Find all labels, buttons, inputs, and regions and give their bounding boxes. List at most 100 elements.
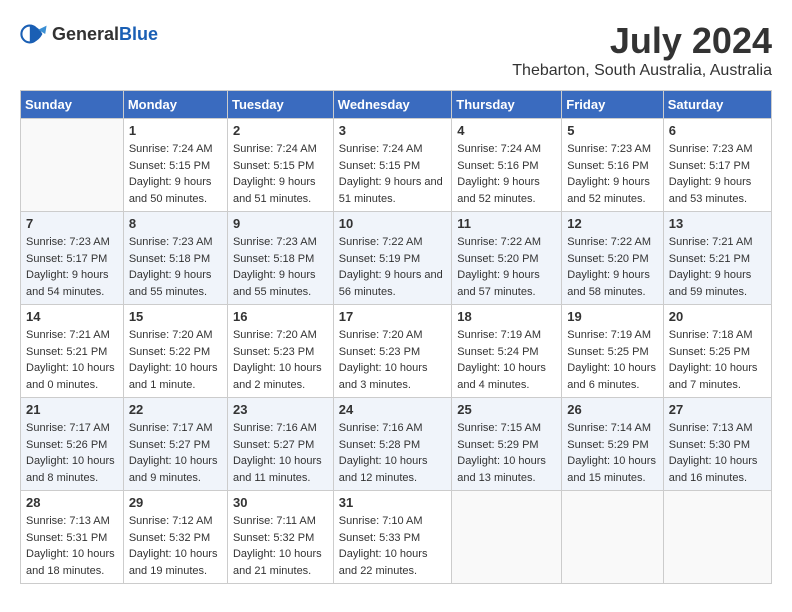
daylight-hours: Daylight: 10 hours and 3 minutes. <box>339 362 428 391</box>
day-info: Sunrise: 7:23 AM Sunset: 5:18 PM Dayligh… <box>233 234 328 300</box>
daylight-hours: Daylight: 10 hours and 9 minutes. <box>129 455 218 484</box>
day-number: 12 <box>567 216 657 231</box>
sunset-time: Sunset: 5:32 PM <box>129 532 210 544</box>
day-info: Sunrise: 7:20 AM Sunset: 5:22 PM Dayligh… <box>129 327 222 393</box>
day-info: Sunrise: 7:17 AM Sunset: 5:26 PM Dayligh… <box>26 420 118 486</box>
calendar-cell: 22 Sunrise: 7:17 AM Sunset: 5:27 PM Dayl… <box>123 398 227 491</box>
calendar-header: SundayMondayTuesdayWednesdayThursdayFrid… <box>21 91 772 119</box>
calendar-week-row: 21 Sunrise: 7:17 AM Sunset: 5:26 PM Dayl… <box>21 398 772 491</box>
weekday-header: Friday <box>562 91 663 119</box>
sunset-time: Sunset: 5:15 PM <box>339 160 420 172</box>
title-block: July 2024 Thebarton, South Australia, Au… <box>512 20 772 80</box>
sunset-time: Sunset: 5:21 PM <box>26 346 107 358</box>
sunrise-time: Sunrise: 7:13 AM <box>669 422 753 434</box>
day-info: Sunrise: 7:20 AM Sunset: 5:23 PM Dayligh… <box>233 327 328 393</box>
day-info: Sunrise: 7:10 AM Sunset: 5:33 PM Dayligh… <box>339 513 446 579</box>
daylight-hours: Daylight: 9 hours and 56 minutes. <box>339 269 443 298</box>
sunrise-time: Sunrise: 7:15 AM <box>457 422 541 434</box>
sunset-time: Sunset: 5:20 PM <box>567 253 648 265</box>
sunset-time: Sunset: 5:15 PM <box>129 160 210 172</box>
day-number: 28 <box>26 495 118 510</box>
sunset-time: Sunset: 5:15 PM <box>233 160 314 172</box>
sunrise-time: Sunrise: 7:21 AM <box>26 329 110 341</box>
daylight-hours: Daylight: 9 hours and 58 minutes. <box>567 269 650 298</box>
day-number: 9 <box>233 216 328 231</box>
daylight-hours: Daylight: 10 hours and 0 minutes. <box>26 362 115 391</box>
day-number: 14 <box>26 309 118 324</box>
calendar-cell: 27 Sunrise: 7:13 AM Sunset: 5:30 PM Dayl… <box>663 398 771 491</box>
day-info: Sunrise: 7:13 AM Sunset: 5:31 PM Dayligh… <box>26 513 118 579</box>
day-info: Sunrise: 7:11 AM Sunset: 5:32 PM Dayligh… <box>233 513 328 579</box>
calendar-cell: 31 Sunrise: 7:10 AM Sunset: 5:33 PM Dayl… <box>333 491 451 584</box>
sunrise-time: Sunrise: 7:13 AM <box>26 515 110 527</box>
day-number: 17 <box>339 309 446 324</box>
day-info: Sunrise: 7:19 AM Sunset: 5:24 PM Dayligh… <box>457 327 556 393</box>
sunset-time: Sunset: 5:18 PM <box>233 253 314 265</box>
daylight-hours: Daylight: 9 hours and 57 minutes. <box>457 269 540 298</box>
day-number: 8 <box>129 216 222 231</box>
calendar-cell: 15 Sunrise: 7:20 AM Sunset: 5:22 PM Dayl… <box>123 305 227 398</box>
day-number: 27 <box>669 402 766 417</box>
daylight-hours: Daylight: 10 hours and 16 minutes. <box>669 455 758 484</box>
day-info: Sunrise: 7:14 AM Sunset: 5:29 PM Dayligh… <box>567 420 657 486</box>
day-info: Sunrise: 7:12 AM Sunset: 5:32 PM Dayligh… <box>129 513 222 579</box>
sunset-time: Sunset: 5:30 PM <box>669 439 750 451</box>
calendar-cell <box>562 491 663 584</box>
calendar-cell: 21 Sunrise: 7:17 AM Sunset: 5:26 PM Dayl… <box>21 398 124 491</box>
calendar-cell: 30 Sunrise: 7:11 AM Sunset: 5:32 PM Dayl… <box>227 491 333 584</box>
day-number: 13 <box>669 216 766 231</box>
calendar-cell: 11 Sunrise: 7:22 AM Sunset: 5:20 PM Dayl… <box>452 212 562 305</box>
day-info: Sunrise: 7:13 AM Sunset: 5:30 PM Dayligh… <box>669 420 766 486</box>
calendar-cell <box>452 491 562 584</box>
day-info: Sunrise: 7:22 AM Sunset: 5:20 PM Dayligh… <box>567 234 657 300</box>
daylight-hours: Daylight: 9 hours and 50 minutes. <box>129 176 212 205</box>
daylight-hours: Daylight: 10 hours and 11 minutes. <box>233 455 322 484</box>
calendar-cell: 13 Sunrise: 7:21 AM Sunset: 5:21 PM Dayl… <box>663 212 771 305</box>
day-number: 16 <box>233 309 328 324</box>
calendar-cell: 2 Sunrise: 7:24 AM Sunset: 5:15 PM Dayli… <box>227 119 333 212</box>
sunrise-time: Sunrise: 7:21 AM <box>669 236 753 248</box>
calendar-cell: 28 Sunrise: 7:13 AM Sunset: 5:31 PM Dayl… <box>21 491 124 584</box>
sunset-time: Sunset: 5:19 PM <box>339 253 420 265</box>
day-number: 30 <box>233 495 328 510</box>
day-number: 10 <box>339 216 446 231</box>
day-info: Sunrise: 7:24 AM Sunset: 5:15 PM Dayligh… <box>233 141 328 207</box>
daylight-hours: Daylight: 9 hours and 52 minutes. <box>457 176 540 205</box>
logo-icon <box>20 20 48 48</box>
day-number: 7 <box>26 216 118 231</box>
sunrise-time: Sunrise: 7:16 AM <box>233 422 317 434</box>
sunrise-time: Sunrise: 7:24 AM <box>339 143 423 155</box>
day-number: 15 <box>129 309 222 324</box>
calendar-cell: 23 Sunrise: 7:16 AM Sunset: 5:27 PM Dayl… <box>227 398 333 491</box>
sunset-time: Sunset: 5:27 PM <box>233 439 314 451</box>
sunrise-time: Sunrise: 7:10 AM <box>339 515 423 527</box>
calendar-week-row: 28 Sunrise: 7:13 AM Sunset: 5:31 PM Dayl… <box>21 491 772 584</box>
calendar-cell: 20 Sunrise: 7:18 AM Sunset: 5:25 PM Dayl… <box>663 305 771 398</box>
calendar-body: 1 Sunrise: 7:24 AM Sunset: 5:15 PM Dayli… <box>21 119 772 584</box>
day-number: 23 <box>233 402 328 417</box>
day-number: 26 <box>567 402 657 417</box>
day-number: 24 <box>339 402 446 417</box>
sunrise-time: Sunrise: 7:22 AM <box>567 236 651 248</box>
sunrise-time: Sunrise: 7:24 AM <box>457 143 541 155</box>
location: Thebarton, South Australia, Australia <box>512 62 772 80</box>
daylight-hours: Daylight: 10 hours and 13 minutes. <box>457 455 546 484</box>
sunset-time: Sunset: 5:23 PM <box>233 346 314 358</box>
day-info: Sunrise: 7:24 AM Sunset: 5:16 PM Dayligh… <box>457 141 556 207</box>
sunset-time: Sunset: 5:26 PM <box>26 439 107 451</box>
calendar-cell: 3 Sunrise: 7:24 AM Sunset: 5:15 PM Dayli… <box>333 119 451 212</box>
daylight-hours: Daylight: 10 hours and 2 minutes. <box>233 362 322 391</box>
weekday-header: Thursday <box>452 91 562 119</box>
sunset-time: Sunset: 5:22 PM <box>129 346 210 358</box>
day-number: 22 <box>129 402 222 417</box>
daylight-hours: Daylight: 10 hours and 4 minutes. <box>457 362 546 391</box>
daylight-hours: Daylight: 10 hours and 8 minutes. <box>26 455 115 484</box>
daylight-hours: Daylight: 10 hours and 7 minutes. <box>669 362 758 391</box>
calendar-cell: 8 Sunrise: 7:23 AM Sunset: 5:18 PM Dayli… <box>123 212 227 305</box>
day-info: Sunrise: 7:24 AM Sunset: 5:15 PM Dayligh… <box>129 141 222 207</box>
calendar-cell: 18 Sunrise: 7:19 AM Sunset: 5:24 PM Dayl… <box>452 305 562 398</box>
day-number: 18 <box>457 309 556 324</box>
sunrise-time: Sunrise: 7:18 AM <box>669 329 753 341</box>
daylight-hours: Daylight: 10 hours and 22 minutes. <box>339 548 428 577</box>
sunrise-time: Sunrise: 7:23 AM <box>129 236 213 248</box>
